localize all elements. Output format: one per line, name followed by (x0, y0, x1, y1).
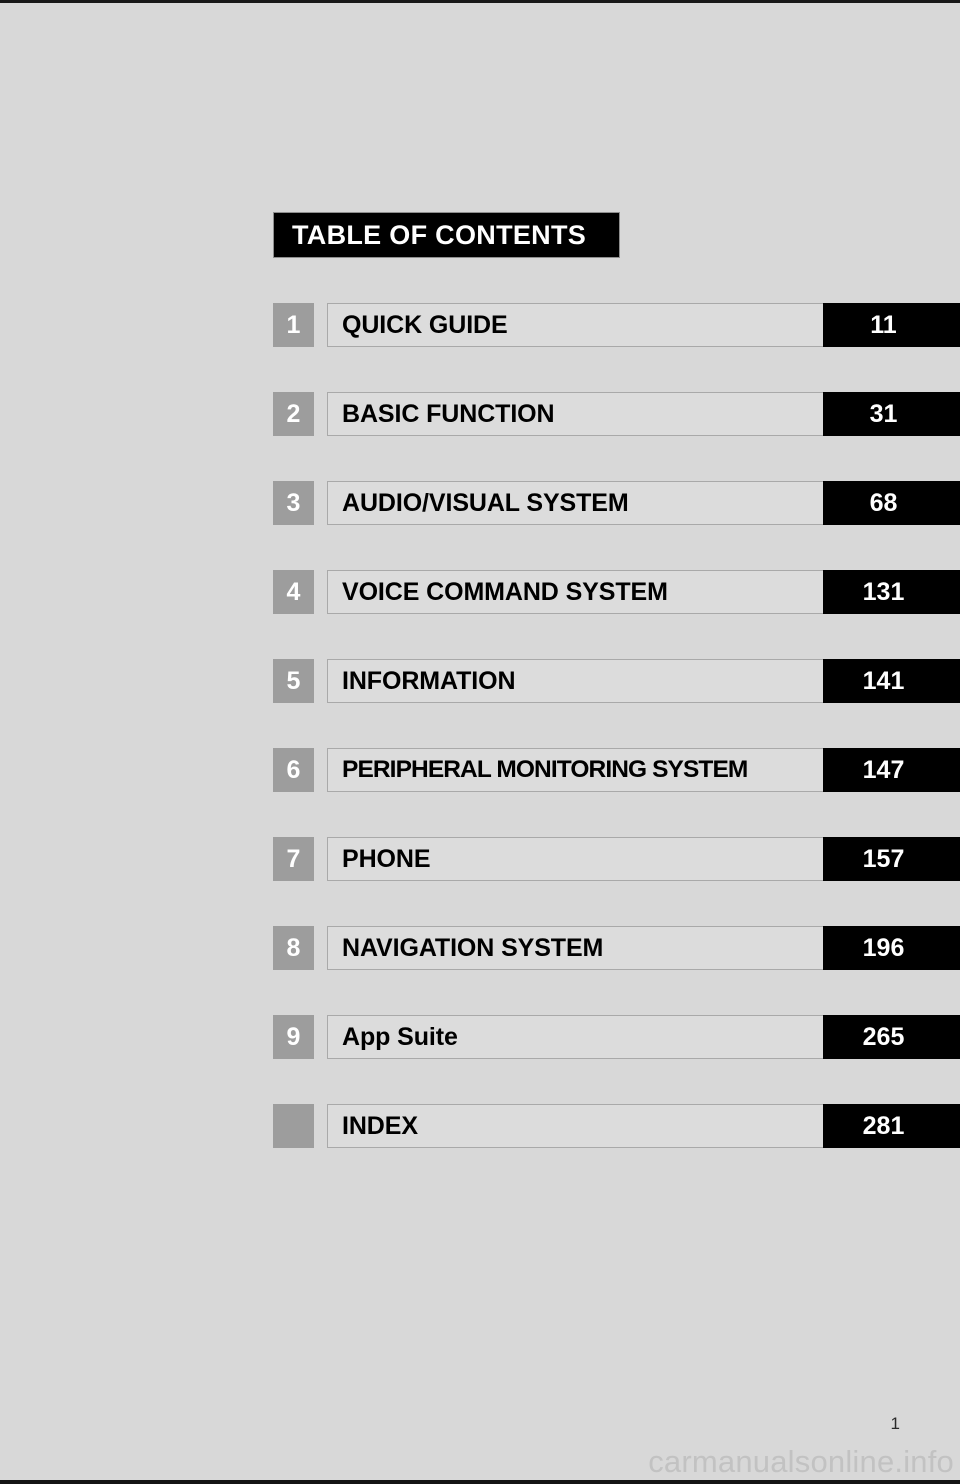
chapter-page-box[interactable]: 157 (823, 837, 960, 881)
chapter-page-number: 196 (862, 933, 905, 962)
chapter-page-number: 265 (862, 1022, 905, 1051)
chapter-page-box[interactable]: 196 (823, 926, 960, 970)
chapter-number-box: 4 (273, 570, 314, 614)
chapter-page-number: 68 (869, 488, 898, 517)
chapter-page-number: 281 (862, 1111, 905, 1140)
page-top-border (0, 0, 960, 3)
chapter-title: PHONE (342, 844, 431, 873)
chapter-number-box: 2 (273, 392, 314, 436)
chapter-number: 3 (286, 488, 301, 517)
chapter-page-box[interactable]: 141 (823, 659, 960, 703)
table-row[interactable]: 6 PERIPHERAL MONITORING SYSTEM 147 (0, 748, 960, 792)
table-row[interactable]: 3 AUDIO/VISUAL SYSTEM 68 (0, 481, 960, 525)
chapter-number: 4 (286, 577, 301, 606)
chapter-title: INFORMATION (342, 666, 516, 695)
table-row[interactable]: 2 BASIC FUNCTION 31 (0, 392, 960, 436)
page-title: TABLE OF CONTENTS (292, 219, 587, 250)
table-of-contents-banner: TABLE OF CONTENTS (273, 212, 620, 258)
chapter-page-number: 11 (870, 310, 897, 339)
chapter-number: 8 (286, 933, 301, 962)
chapter-title-bar[interactable]: PHONE (327, 837, 824, 881)
chapter-title-bar[interactable]: QUICK GUIDE (327, 303, 824, 347)
chapter-title-bar[interactable]: INFORMATION (327, 659, 824, 703)
chapter-number: 5 (286, 666, 301, 695)
chapter-title: NAVIGATION SYSTEM (342, 933, 604, 962)
chapter-number: 7 (286, 844, 301, 873)
chapter-page-box[interactable]: 147 (823, 748, 960, 792)
footer-page-number: 1 (890, 1414, 900, 1433)
chapter-title-bar[interactable]: App Suite (327, 1015, 824, 1059)
chapter-number-box: 8 (273, 926, 314, 970)
chapter-number-box: 5 (273, 659, 314, 703)
chapter-title: VOICE COMMAND SYSTEM (342, 577, 668, 606)
chapter-page-number: 141 (862, 666, 905, 695)
chapter-title: AUDIO/VISUAL SYSTEM (342, 488, 629, 517)
chapter-page-box[interactable]: 281 (823, 1104, 960, 1148)
chapter-title-bar[interactable]: NAVIGATION SYSTEM (327, 926, 824, 970)
watermark-text: carmanualsonline.info (648, 1444, 954, 1479)
chapter-title: PERIPHERAL MONITORING SYSTEM (342, 756, 748, 783)
chapter-number-box: 9 (273, 1015, 314, 1059)
chapter-number: 6 (286, 755, 301, 784)
table-row[interactable]: 5 INFORMATION 141 (0, 659, 960, 703)
chapter-number-box: 7 (273, 837, 314, 881)
chapter-number: 9 (286, 1022, 301, 1051)
chapter-page-number: 31 (869, 399, 898, 428)
table-row[interactable]: 9 App Suite 265 (0, 1015, 960, 1059)
chapter-page-number: 157 (862, 844, 905, 873)
chapter-page-number: 147 (862, 755, 905, 784)
table-row[interactable]: INDEX 281 (0, 1104, 960, 1148)
chapter-title: INDEX (342, 1111, 418, 1140)
chapter-number-box (273, 1104, 314, 1148)
table-of-contents-list: 1 QUICK GUIDE 11 2 BASIC FUNCTION 31 3 A… (0, 303, 960, 1193)
chapter-page-box[interactable]: 11 (823, 303, 960, 347)
chapter-page-number: 131 (862, 577, 905, 606)
table-row[interactable]: 4 VOICE COMMAND SYSTEM 131 (0, 570, 960, 614)
chapter-number: 1 (286, 310, 301, 339)
page-bottom-border (0, 1480, 960, 1484)
chapter-title-bar[interactable]: PERIPHERAL MONITORING SYSTEM (327, 748, 824, 792)
chapter-page-box[interactable]: 265 (823, 1015, 960, 1059)
chapter-title-bar[interactable]: BASIC FUNCTION (327, 392, 824, 436)
chapter-page-box[interactable]: 31 (823, 392, 960, 436)
table-row[interactable]: 1 QUICK GUIDE 11 (0, 303, 960, 347)
chapter-title-bar[interactable]: AUDIO/VISUAL SYSTEM (327, 481, 824, 525)
chapter-title: App Suite (342, 1022, 458, 1051)
chapter-number: 2 (286, 399, 301, 428)
chapter-title: QUICK GUIDE (342, 310, 508, 339)
chapter-number-box: 1 (273, 303, 314, 347)
chapter-number-box: 3 (273, 481, 314, 525)
chapter-page-box[interactable]: 131 (823, 570, 960, 614)
chapter-title: BASIC FUNCTION (342, 399, 555, 428)
chapter-number-box: 6 (273, 748, 314, 792)
chapter-page-box[interactable]: 68 (823, 481, 960, 525)
table-row[interactable]: 8 NAVIGATION SYSTEM 196 (0, 926, 960, 970)
chapter-title-bar[interactable]: INDEX (327, 1104, 824, 1148)
chapter-title-bar[interactable]: VOICE COMMAND SYSTEM (327, 570, 824, 614)
table-row[interactable]: 7 PHONE 157 (0, 837, 960, 881)
